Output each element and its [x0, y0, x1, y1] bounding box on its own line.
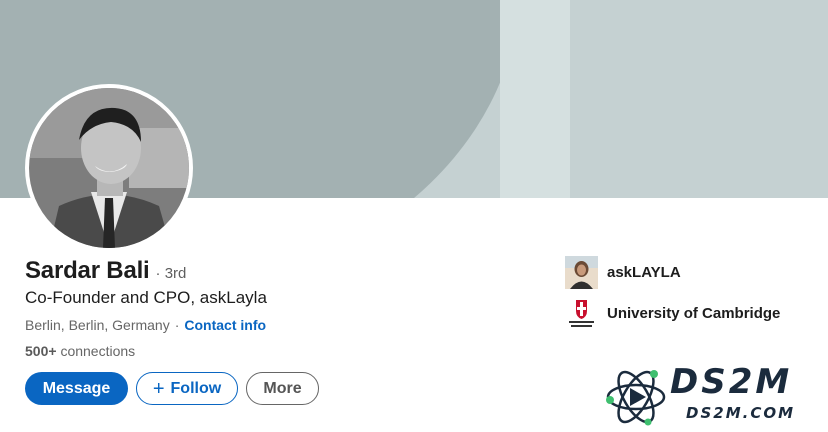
connections-label: connections [60, 343, 136, 359]
school-name: University of Cambridge [607, 305, 781, 322]
location-separator: · [174, 317, 180, 333]
profile-headline: Co-Founder and CPO, askLayla [25, 288, 267, 307]
banner-stripe [500, 0, 570, 198]
message-button-label: Message [42, 379, 111, 397]
follow-button[interactable]: + Follow [136, 372, 238, 405]
company-name: askLAYLA [607, 264, 681, 281]
plus-icon: + [152, 377, 165, 400]
connections-number: 500+ [25, 343, 57, 359]
ds2m-atom-logo-icon [606, 370, 666, 426]
follow-button-label: Follow [170, 379, 222, 397]
connections-count[interactable]: 500+ connections [25, 343, 135, 359]
asklayla-logo-icon [565, 256, 598, 289]
profile-avatar[interactable] [25, 84, 193, 252]
watermark-brand: DS2M [670, 362, 793, 402]
connection-degree: · 3rd [155, 265, 187, 282]
current-company-link[interactable]: askLAYLA [565, 256, 681, 289]
profile-location: Berlin, Berlin, Germany [25, 317, 170, 333]
profile-name: Sardar Bali [25, 257, 150, 284]
cambridge-crest-icon [565, 297, 598, 330]
avatar-photo-icon [29, 88, 189, 248]
contact-info-link[interactable]: Contact info [184, 317, 266, 333]
more-button-label: More [263, 379, 302, 397]
name-row: Sardar Bali · 3rd [25, 257, 186, 285]
ds2m-watermark: DS2M DS2M.COM [602, 362, 822, 428]
location-row: Berlin, Berlin, Germany · Contact info [25, 317, 266, 333]
more-button[interactable]: More [246, 372, 319, 405]
watermark-url: DS2M.COM [686, 404, 796, 422]
education-link[interactable]: University of Cambridge [565, 297, 780, 330]
message-button[interactable]: Message [25, 372, 128, 405]
